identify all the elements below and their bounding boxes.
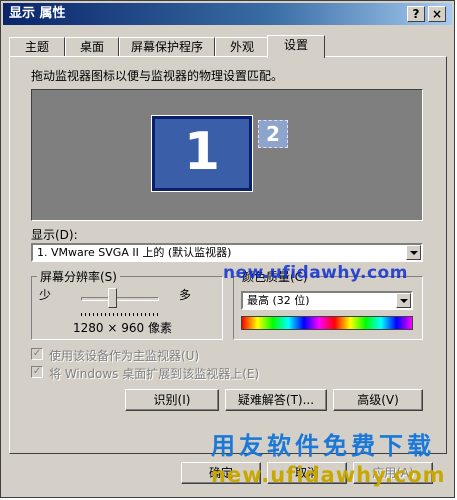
primary-monitor-label: 使用该设备作为主监视器(U) xyxy=(49,349,200,363)
display-select-value: 1. VMware SVGA II 上的 (默认监视器) xyxy=(37,246,232,259)
color-quality-select[interactable]: 最高 (32 位) xyxy=(241,291,413,310)
tab-screensaver[interactable]: 屏幕保护程序 xyxy=(119,37,215,57)
display-label: 显示(D): xyxy=(31,228,78,242)
monitor-1-icon[interactable]: 1 xyxy=(151,115,253,192)
instruction-text: 拖动监视器图标以便与监视器的物理设置匹配。 xyxy=(31,69,284,83)
display-select[interactable]: 1. VMware SVGA II 上的 (默认监视器) xyxy=(31,243,423,262)
resolution-less-label: 少 xyxy=(39,288,52,302)
color-quality-value: 最高 (32 位) xyxy=(247,294,310,307)
close-button[interactable]: × xyxy=(428,6,446,22)
resolution-slider-track[interactable] xyxy=(81,297,159,301)
advanced-button[interactable]: 高级(V) xyxy=(333,389,423,411)
chevron-down-icon[interactable] xyxy=(406,245,421,260)
help-button[interactable]: ? xyxy=(407,6,425,22)
watermark-url-bottom: new.ufidawhy.com xyxy=(211,463,446,487)
watermark-url-top: new.ufidawhy.com xyxy=(223,263,408,283)
monitor-2-icon[interactable]: 2 xyxy=(258,120,288,148)
resolution-label: 屏幕分辨率(S) xyxy=(37,268,120,285)
tab-settings[interactable]: 设置 xyxy=(267,35,325,58)
color-spectrum-preview xyxy=(241,316,413,330)
watermark-slogan: 用友软件免费下载 xyxy=(211,432,435,460)
window-title: 显示 属性 xyxy=(9,6,66,21)
extend-desktop-label: 将 Windows 桌面扩展到该监视器上(E) xyxy=(49,367,260,381)
title-bar[interactable]: 显示 属性 ? × xyxy=(3,3,452,25)
resolution-slider-ticks xyxy=(81,313,159,316)
extend-desktop-checkbox[interactable]: ✓ xyxy=(31,366,43,378)
tab-desktop[interactable]: 桌面 xyxy=(65,37,119,57)
troubleshoot-button[interactable]: 疑难解答(T)... xyxy=(225,389,327,411)
tab-appearance[interactable]: 外观 xyxy=(215,37,269,57)
display-properties-window: 显示 属性 ? × 主题 桌面 屏幕保护程序 外观 设置 拖动监视器图标以便与监… xyxy=(0,0,455,498)
chevron-down-icon[interactable] xyxy=(396,293,411,308)
resolution-value: 1280 × 960 像素 xyxy=(73,321,172,335)
tab-strip: 主题 桌面 屏幕保护程序 外观 设置 xyxy=(9,35,449,58)
primary-monitor-checkbox[interactable]: ✓ xyxy=(31,348,43,360)
resolution-more-label: 多 xyxy=(179,288,192,302)
identify-button[interactable]: 识别(I) xyxy=(125,389,219,411)
tab-themes[interactable]: 主题 xyxy=(9,37,65,57)
monitor-arrangement-area[interactable]: 1 2 xyxy=(31,89,423,221)
resolution-slider-thumb[interactable] xyxy=(108,288,118,308)
